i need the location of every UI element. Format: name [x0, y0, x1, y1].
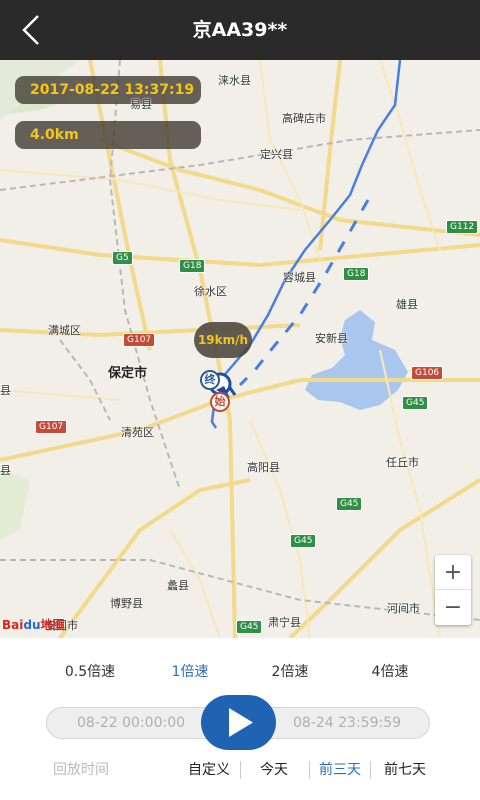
speed-bubble: 19km/h	[194, 322, 252, 358]
speed-tab-1x[interactable]: 1倍速	[140, 655, 240, 689]
page-title: 京AA39**	[192, 19, 288, 41]
speed-tab-4x[interactable]: 4倍速	[340, 655, 440, 689]
road-shield: G45	[236, 620, 263, 634]
road-shield: G45	[402, 396, 429, 410]
map-view[interactable]: 2017-08-22 13:37:19 4.0km 涞水县 易县 高碑店市 定兴…	[0, 60, 480, 638]
place-label: 满城区	[48, 324, 81, 337]
speed-tab-2x[interactable]: 2倍速	[240, 655, 340, 689]
range-option-7days[interactable]: 前七天	[376, 755, 434, 785]
road-shield: G18	[343, 267, 370, 281]
speed-tab-0.5x[interactable]: 0.5倍速	[40, 655, 140, 689]
range-option-3days[interactable]: 前三天	[312, 755, 368, 785]
timestamp-display: 2017-08-22 13:37:19	[15, 76, 201, 104]
road-shield: G107	[35, 420, 68, 434]
place-label: 安新县	[315, 332, 348, 345]
place-label: 涞水县	[218, 74, 251, 87]
divider	[370, 761, 371, 779]
logo-text-b: du	[23, 618, 41, 632]
divider	[309, 761, 310, 779]
place-label: 清苑区	[121, 426, 154, 439]
place-label: 任丘市	[386, 456, 419, 469]
zoom-out-button[interactable]: −	[435, 590, 471, 625]
range-selector: 回放时间 自定义 今天 前三天 前七天	[0, 755, 480, 785]
place-label: 河间市	[387, 602, 420, 615]
road-shield: G18	[179, 259, 206, 273]
place-label: 高碑店市	[282, 112, 326, 125]
place-label: 县	[0, 384, 11, 397]
place-label: 博野县	[110, 597, 143, 610]
place-label: 高阳县	[247, 461, 280, 474]
place-label: 雄县	[396, 298, 418, 311]
distance-display: 4.0km	[15, 121, 201, 149]
range-option-custom[interactable]: 自定义	[180, 755, 238, 785]
place-label: 徐水区	[194, 285, 227, 298]
logo-text-c: 地图	[40, 618, 65, 632]
road-shield: G112	[446, 220, 479, 234]
road-shield: G45	[336, 497, 363, 511]
play-icon	[229, 708, 253, 737]
end-time[interactable]: 08-24 23:59:59	[293, 708, 401, 738]
place-label: 易县	[130, 98, 152, 111]
road-shield: G45	[290, 534, 317, 548]
road-shield: G5	[112, 251, 133, 265]
end-marker-icon[interactable]: 终	[200, 370, 220, 390]
city-label: 保定市	[108, 366, 148, 381]
logo-text-a: Bai	[2, 618, 24, 632]
place-label: 定兴县	[260, 148, 293, 161]
place-label: 容城县	[283, 271, 316, 284]
header-bar: 京AA39**	[0, 0, 480, 60]
range-option-today[interactable]: 今天	[248, 755, 300, 785]
divider	[240, 761, 241, 779]
place-label: 肃宁县	[268, 616, 301, 629]
road-shield: G106	[411, 366, 444, 380]
start-marker-icon[interactable]: 始	[210, 392, 230, 412]
place-label: 蠡县	[167, 579, 189, 592]
play-button[interactable]	[201, 695, 276, 750]
zoom-in-button[interactable]: +	[435, 555, 471, 590]
map-logo: Baidu地图	[2, 616, 65, 633]
place-label: 县	[0, 464, 11, 477]
replay-time-label: 回放时间	[53, 762, 109, 778]
road-shield: G107	[123, 333, 156, 347]
zoom-control: + −	[435, 555, 471, 625]
start-time[interactable]: 08-22 00:00:00	[77, 708, 185, 738]
speed-tabs: 0.5倍速 1倍速 2倍速 4倍速	[0, 655, 480, 689]
